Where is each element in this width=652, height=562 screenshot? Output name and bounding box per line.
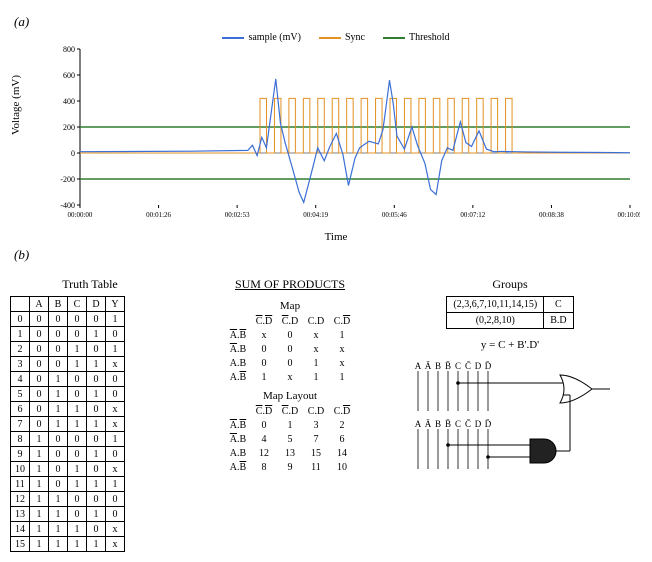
chart-legend: sample (mV) Sync Threshold	[10, 32, 652, 43]
legend-sync: Sync	[345, 32, 365, 43]
svg-text:Ā: Ā	[425, 419, 432, 429]
truth-table: ABCDY00000110001020010130011x40100050101…	[10, 296, 125, 552]
kmap-label: Map	[190, 300, 390, 312]
svg-text:C: C	[455, 361, 461, 371]
svg-text:D̄: D̄	[485, 419, 492, 429]
svg-text:D̄: D̄	[485, 361, 492, 371]
kmap-values: C.DC.DC.DC.DA.Bx0x1A.B00xxA.B001xA.B1x11	[225, 314, 355, 384]
svg-text:00:08:38: 00:08:38	[539, 211, 564, 219]
svg-text:Ā: Ā	[425, 361, 432, 371]
logic-circuit: AĀBB̄CC̄DD̄AĀBB̄CC̄DD̄	[410, 359, 620, 479]
svg-text:0: 0	[71, 149, 75, 158]
svg-text:A: A	[415, 419, 422, 429]
svg-text:C̄: C̄	[465, 419, 471, 429]
boolean-equation: y = C + B'.D'	[410, 339, 610, 351]
groups-table: (2,3,6,7,10,11,14,15)C(0,2,8,10)B.D	[446, 296, 573, 329]
svg-text:A: A	[415, 361, 422, 371]
svg-text:400: 400	[63, 97, 75, 106]
kmap-layout-label: Map Layout	[190, 390, 390, 402]
svg-text:B: B	[435, 419, 441, 429]
svg-text:00:07:12: 00:07:12	[460, 211, 485, 219]
svg-text:-400: -400	[60, 201, 75, 210]
svg-text:C: C	[455, 419, 461, 429]
panel-b-label: (b)	[14, 247, 652, 263]
svg-text:B: B	[435, 361, 441, 371]
svg-text:D: D	[475, 419, 482, 429]
svg-text:00:05:46: 00:05:46	[382, 211, 407, 219]
x-axis-label: Time	[10, 231, 652, 243]
svg-text:200: 200	[63, 123, 75, 132]
svg-text:00:04:19: 00:04:19	[303, 211, 328, 219]
y-axis-label: Voltage (mV)	[10, 75, 22, 135]
truth-table-title: Truth Table	[10, 277, 170, 292]
sop-title: SUM OF PRODUCTS	[190, 277, 390, 292]
voltage-chart: Voltage (mV) -400-200020040060080000:00:…	[50, 45, 640, 225]
svg-text:-200: -200	[60, 175, 75, 184]
svg-text:B̄: B̄	[445, 419, 451, 429]
legend-threshold: Threshold	[409, 32, 450, 43]
svg-text:D: D	[475, 361, 482, 371]
svg-text:00:01:26: 00:01:26	[146, 211, 171, 219]
legend-sample: sample (mV)	[248, 32, 301, 43]
svg-text:00:00:00: 00:00:00	[68, 211, 93, 219]
svg-text:B̄: B̄	[445, 361, 451, 371]
svg-text:00:10:05: 00:10:05	[618, 211, 640, 219]
panel-a-label: (a)	[14, 14, 652, 30]
svg-text:800: 800	[63, 45, 75, 54]
svg-text:600: 600	[63, 71, 75, 80]
chart-svg: -400 -200 0 200 400 600 800 00:00:00 00:01:26 00:…	[50, 45, 640, 225]
svg-text:00:02:53: 00:02:53	[225, 211, 250, 219]
svg-text:C̄: C̄	[465, 361, 471, 371]
groups-title: Groups	[410, 277, 610, 292]
kmap-layout: C.DC.DC.DC.DA.B0132A.B4576A.B12131514A.B…	[225, 404, 355, 474]
